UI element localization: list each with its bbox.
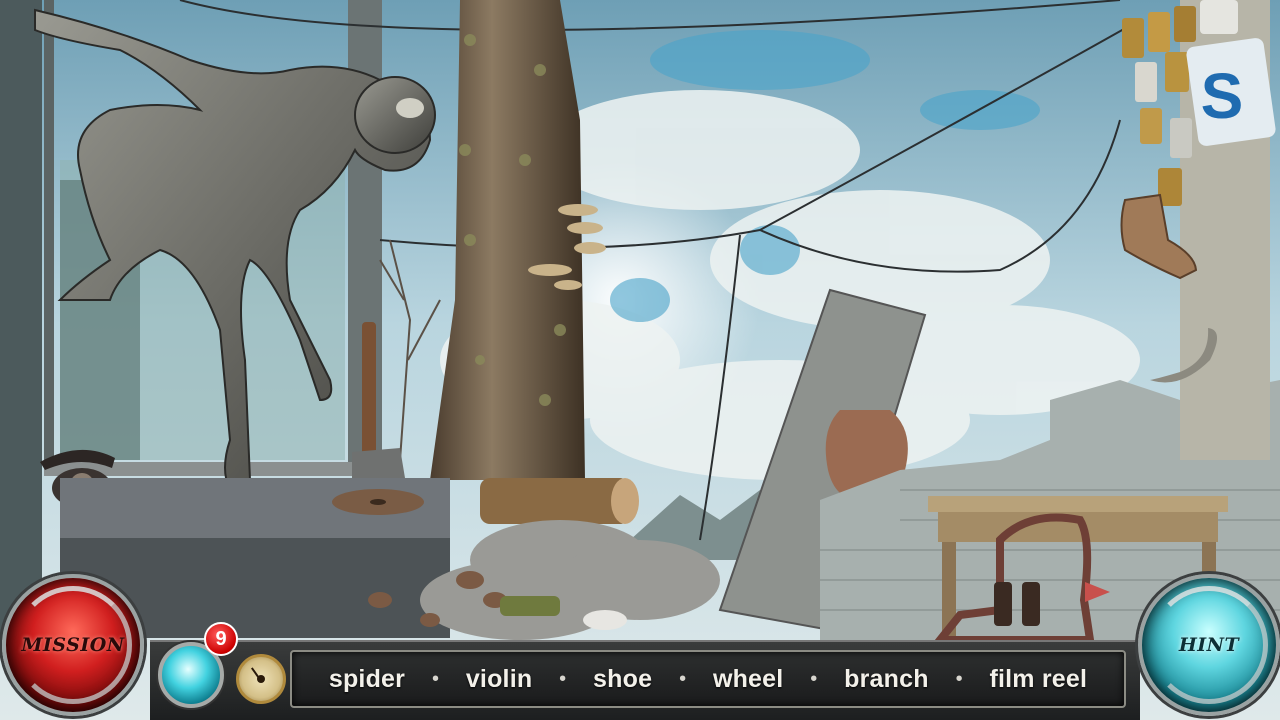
separator-dot: • xyxy=(955,667,963,690)
find-word-violin: violin xyxy=(465,664,533,693)
find-word-spider: spider xyxy=(328,664,406,693)
film-reel-object xyxy=(332,489,424,515)
find-word-film-reel: film reel xyxy=(989,664,1088,693)
mission-button[interactable]: MISSION xyxy=(2,574,144,716)
log xyxy=(480,478,639,524)
find-list-panel: spider • violin • shoe • wheel • branch … xyxy=(290,650,1126,708)
find-word-wheel: wheel xyxy=(712,664,784,693)
separator-dot: • xyxy=(679,667,687,690)
separator-dot: • xyxy=(810,667,818,690)
separator-dot: • xyxy=(431,667,439,690)
building-wall xyxy=(0,0,42,640)
creature-head-ridge xyxy=(396,98,424,118)
find-word-shoe: shoe xyxy=(593,664,653,693)
s-sign: S xyxy=(1186,38,1276,146)
bowling-pin xyxy=(583,610,627,630)
mission-label: MISSION xyxy=(21,634,125,656)
hint-label: HINT xyxy=(1178,634,1240,656)
bottle xyxy=(500,596,560,616)
hint-button[interactable]: HINT xyxy=(1138,574,1280,716)
scene-artwork: S xyxy=(0,0,1280,720)
find-word-branch: branch xyxy=(844,664,929,693)
found-count-badge: 9 xyxy=(204,622,238,656)
gauge-center xyxy=(257,675,265,683)
s-sign-letter: S xyxy=(1201,60,1244,132)
clock-gauge-icon xyxy=(236,654,286,704)
game-scene: S MISSION 9 spider • violin • shoe • whe… xyxy=(0,0,1280,720)
separator-dot: • xyxy=(559,667,567,690)
